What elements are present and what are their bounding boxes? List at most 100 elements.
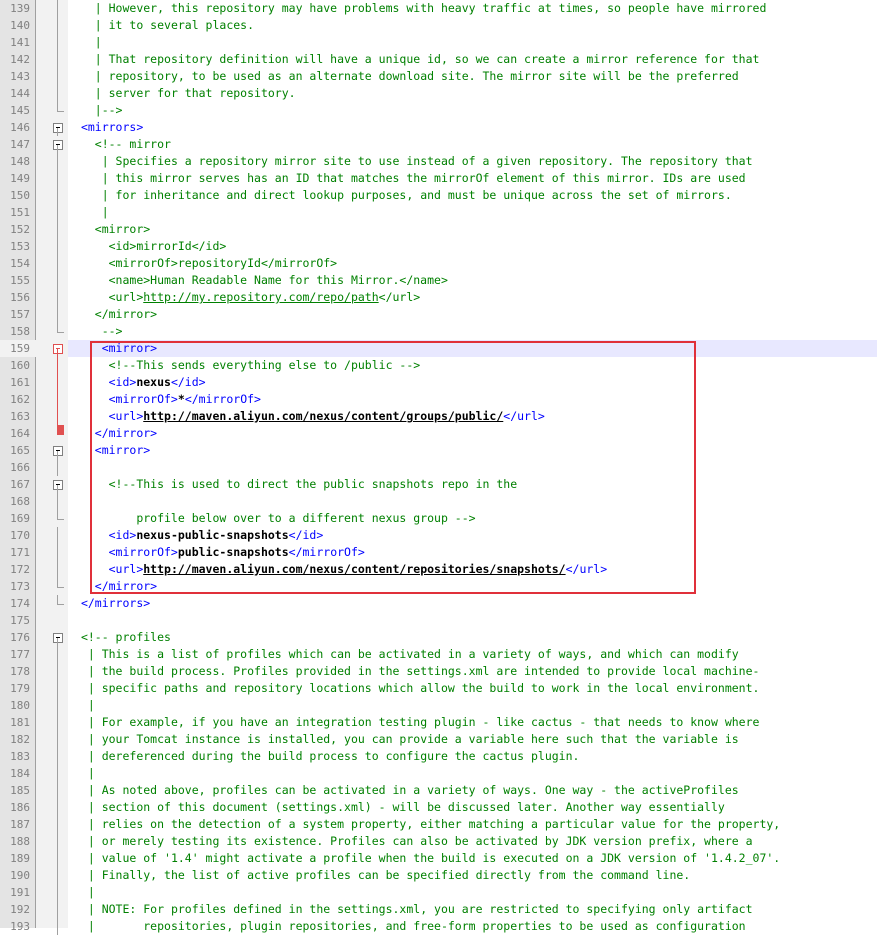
code-line[interactable]: 180 | [0, 697, 877, 714]
code-text[interactable]: | [74, 34, 102, 51]
code-text[interactable]: | repositories, plugin repositories, and… [74, 918, 746, 935]
code-line[interactable]: 153 <id>mirrorId</id> [0, 238, 877, 255]
code-line[interactable]: 181 | For example, if you have an integr… [0, 714, 877, 731]
fold-toggle-icon[interactable] [52, 119, 68, 136]
code-line[interactable]: 167 <!--This is used to direct the publi… [0, 476, 877, 493]
code-text[interactable]: <mirrorOf>repositoryId</mirrorOf> [74, 255, 337, 272]
fold-toggle-icon[interactable] [52, 340, 68, 357]
xml-value[interactable]: http://maven.aliyun.com/nexus/content/gr… [143, 409, 503, 423]
code-text[interactable]: | specific paths and repository location… [74, 680, 760, 697]
code-text[interactable]: </mirror> [74, 306, 157, 323]
code-line[interactable]: 159 <mirror> [0, 340, 877, 357]
code-line[interactable]: 168 [0, 493, 877, 510]
code-text[interactable]: | your Tomcat instance is installed, you… [74, 731, 739, 748]
code-text[interactable]: --> [74, 323, 123, 340]
code-line[interactable]: 141 | [0, 34, 877, 51]
code-line[interactable]: 183 | dereferenced during the build proc… [0, 748, 877, 765]
code-line[interactable]: 166 [0, 459, 877, 476]
code-text[interactable]: | That repository definition will have a… [74, 51, 760, 68]
code-line[interactable]: 162 <mirrorOf>*</mirrorOf> [0, 391, 877, 408]
code-line[interactable]: 192 | NOTE: For profiles defined in the … [0, 901, 877, 918]
xml-value[interactable]: http://maven.aliyun.com/nexus/content/re… [143, 562, 565, 576]
code-text[interactable]: <mirror> [74, 442, 150, 459]
code-text[interactable]: | [74, 765, 95, 782]
code-text[interactable]: <mirrorOf>public-snapshots</mirrorOf> [74, 544, 365, 561]
code-text[interactable]: <!--This sends everything else to /publi… [74, 357, 421, 374]
code-line[interactable]: 158 --> [0, 323, 877, 340]
code-text[interactable]: <url>http://maven.aliyun.com/nexus/conte… [74, 408, 545, 425]
code-line[interactable]: 143 | repository, to be used as an alter… [0, 68, 877, 85]
code-line[interactable]: 161 <id>nexus</id> [0, 374, 877, 391]
code-text[interactable]: | For example, if you have an integratio… [74, 714, 760, 731]
code-text[interactable]: <!-- profiles [74, 629, 171, 646]
fold-toggle-icon[interactable] [52, 136, 68, 153]
code-line[interactable]: 152 <mirror> [0, 221, 877, 238]
code-line[interactable]: 171 <mirrorOf>public-snapshots</mirrorOf… [0, 544, 877, 561]
code-text[interactable]: | the build process. Profiles provided i… [74, 663, 760, 680]
code-text[interactable]: | Specifies a repository mirror site to … [74, 153, 753, 170]
code-text[interactable]: </mirrors> [74, 595, 150, 612]
code-line[interactable]: 189 | value of '1.4' might activate a pr… [0, 850, 877, 867]
code-line[interactable]: 144 | server for that repository. [0, 85, 877, 102]
code-line[interactable]: 140 | it to several places. [0, 17, 877, 34]
code-text[interactable]: | [74, 697, 95, 714]
code-text[interactable]: | value of '1.4' might activate a profil… [74, 850, 780, 867]
code-text[interactable]: | section of this document (settings.xml… [74, 799, 725, 816]
code-line[interactable]: 172 <url>http://maven.aliyun.com/nexus/c… [0, 561, 877, 578]
code-line[interactable]: 157 </mirror> [0, 306, 877, 323]
code-text[interactable]: <!-- mirror [74, 136, 171, 153]
code-line[interactable]: 146 <mirrors> [0, 119, 877, 136]
code-text[interactable]: | relies on the detection of a system pr… [74, 816, 780, 833]
code-text[interactable]: | NOTE: For profiles defined in the sett… [74, 901, 753, 918]
code-line[interactable]: 155 <name>Human Readable Name for this M… [0, 272, 877, 289]
code-text[interactable]: <!--This is used to direct the public sn… [74, 476, 518, 493]
code-line[interactable]: 156 <url>http://my.repository.com/repo/p… [0, 289, 877, 306]
comment-text[interactable]: http://my.repository.com/repo/path [143, 290, 378, 304]
code-text[interactable]: | However, this repository may have prob… [74, 0, 767, 17]
code-text[interactable]: | repository, to be used as an alternate… [74, 68, 739, 85]
code-line[interactable]: 163 <url>http://maven.aliyun.com/nexus/c… [0, 408, 877, 425]
code-line[interactable]: 193 | repositories, plugin repositories,… [0, 918, 877, 935]
code-text[interactable]: | dereferenced during the build process … [74, 748, 580, 765]
code-line[interactable]: 151 | [0, 204, 877, 221]
code-text[interactable]: <url>http://my.repository.com/repo/path<… [74, 289, 421, 306]
code-line[interactable]: 174 </mirrors> [0, 595, 877, 612]
code-line[interactable]: 150 | for inheritance and direct lookup … [0, 187, 877, 204]
code-text[interactable]: | or merely testing its existence. Profi… [74, 833, 753, 850]
code-line[interactable]: 186 | section of this document (settings… [0, 799, 877, 816]
code-text[interactable]: <mirror> [74, 221, 150, 238]
code-line[interactable]: 164 </mirror> [0, 425, 877, 442]
code-line[interactable]: 175 [0, 612, 877, 629]
code-text[interactable]: | for inheritance and direct lookup purp… [74, 187, 732, 204]
code-line[interactable]: 165 <mirror> [0, 442, 877, 459]
code-text[interactable]: <id>nexus-public-snapshots</id> [74, 527, 324, 544]
code-line[interactable]: 142 | That repository definition will ha… [0, 51, 877, 68]
code-line[interactable]: 139 | However, this repository may have … [0, 0, 877, 17]
code-line[interactable]: 145 |--> [0, 102, 877, 119]
code-line[interactable]: 149 | this mirror serves has an ID that … [0, 170, 877, 187]
code-line[interactable]: 147 <!-- mirror [0, 136, 877, 153]
code-text[interactable]: | [74, 204, 109, 221]
code-text[interactable]: <mirrorOf>*</mirrorOf> [74, 391, 261, 408]
code-line[interactable]: 169 profile below over to a different ne… [0, 510, 877, 527]
code-text[interactable]: </mirror> [74, 578, 157, 595]
code-text[interactable]: | server for that repository. [74, 85, 296, 102]
code-lines[interactable]: 139 | However, this repository may have … [0, 0, 877, 935]
code-text[interactable]: <name>Human Readable Name for this Mirro… [74, 272, 448, 289]
code-line[interactable]: 191 | [0, 884, 877, 901]
code-line[interactable]: 184 | [0, 765, 877, 782]
code-editor[interactable]: 139 | However, this repository may have … [0, 0, 877, 935]
code-text[interactable]: | As noted above, profiles can be activa… [74, 782, 739, 799]
code-line[interactable]: 182 | your Tomcat instance is installed,… [0, 731, 877, 748]
code-text[interactable]: | it to several places. [74, 17, 254, 34]
code-line[interactable]: 148 | Specifies a repository mirror site… [0, 153, 877, 170]
code-line[interactable]: 154 <mirrorOf>repositoryId</mirrorOf> [0, 255, 877, 272]
code-line[interactable]: 160 <!--This sends everything else to /p… [0, 357, 877, 374]
code-line[interactable]: 177 | This is a list of profiles which c… [0, 646, 877, 663]
fold-toggle-icon[interactable] [52, 442, 68, 459]
code-text[interactable]: |--> [74, 102, 123, 119]
code-line[interactable]: 185 | As noted above, profiles can be ac… [0, 782, 877, 799]
fold-toggle-icon[interactable] [52, 476, 68, 493]
code-line[interactable]: 170 <id>nexus-public-snapshots</id> [0, 527, 877, 544]
code-text[interactable]: | [74, 884, 95, 901]
